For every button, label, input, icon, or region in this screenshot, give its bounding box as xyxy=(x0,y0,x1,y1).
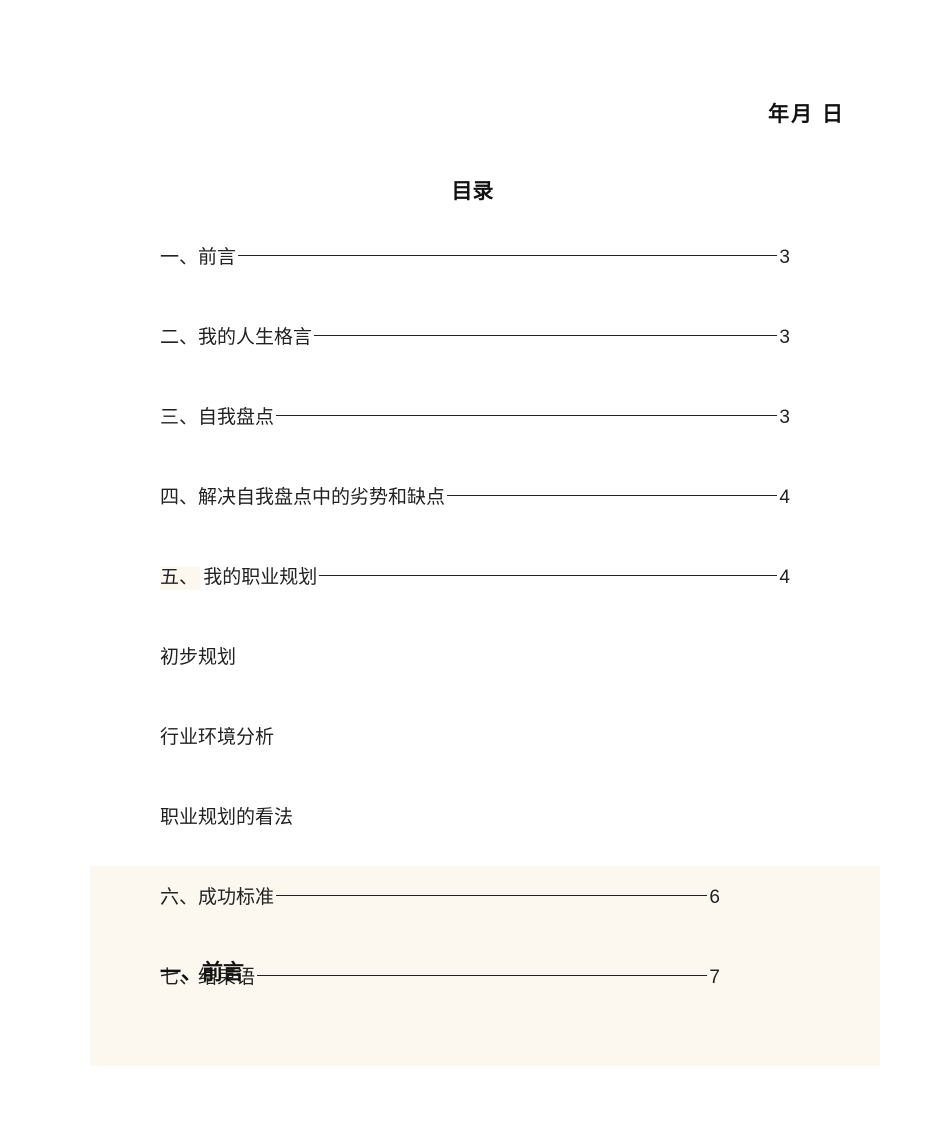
toc-leader xyxy=(276,415,777,416)
toc-item-page: 7 xyxy=(709,967,720,989)
toc-item: 二、我的人生格言 3 xyxy=(160,322,790,349)
toc-item-page: 4 xyxy=(779,487,790,509)
toc-item-page: 4 xyxy=(779,567,790,589)
toc-item-page: 3 xyxy=(779,247,790,269)
toc-item-prefix: 五、 xyxy=(160,567,200,590)
toc-item-page: 3 xyxy=(779,327,790,349)
toc-leader xyxy=(314,335,777,336)
date-label: 年月 日 xyxy=(768,98,845,128)
toc-item: 一、前言 3 xyxy=(160,242,790,269)
toc-item: 行业环境分析 xyxy=(160,722,790,749)
toc-item-text: 成功标准 xyxy=(198,887,274,908)
toc-title: 目录 xyxy=(0,175,945,205)
toc-item-label: 二、我的人生格言 xyxy=(160,322,312,349)
toc-leader xyxy=(319,575,777,576)
toc-item-label: 一、前言 xyxy=(160,242,236,269)
toc-item: 四、解决自我盘点中的劣势和缺点 4 xyxy=(160,482,790,509)
toc-leader xyxy=(447,495,777,496)
toc-item: 职业规划的看法 xyxy=(160,802,790,829)
toc-item-page: 6 xyxy=(709,887,720,909)
toc-leader xyxy=(257,975,707,976)
toc-item: 三、自我盘点 3 xyxy=(160,402,790,429)
toc-item-label: 三、自我盘点 xyxy=(160,402,274,429)
toc-item: 五、 我的职业规划 4 xyxy=(160,562,790,589)
toc-item-label: 六、成功标准 xyxy=(160,882,274,909)
section-heading: 一、前言 xyxy=(160,956,244,986)
toc-item: 初步规划 xyxy=(160,642,790,669)
toc-list: 一、前言 3 二、我的人生格言 3 三、自我盘点 3 四、解决自我盘点中的劣势和… xyxy=(160,242,790,1042)
toc-leader xyxy=(238,255,777,256)
toc-item-text: 我的职业规划 xyxy=(203,567,317,588)
document-page: 年月 日 目录 一、前言 3 二、我的人生格言 3 三、自我盘点 3 四、解决自… xyxy=(0,0,945,1123)
toc-item: 六、成功标准 6 xyxy=(160,882,720,909)
toc-item-label: 五、 我的职业规划 xyxy=(160,562,317,589)
toc-item-label: 四、解决自我盘点中的劣势和缺点 xyxy=(160,482,445,509)
toc-leader xyxy=(276,895,707,896)
toc-item-prefix: 六、 xyxy=(160,887,200,910)
toc-item-page: 3 xyxy=(779,407,790,429)
toc-item: 七、结束语 7 xyxy=(160,962,720,989)
